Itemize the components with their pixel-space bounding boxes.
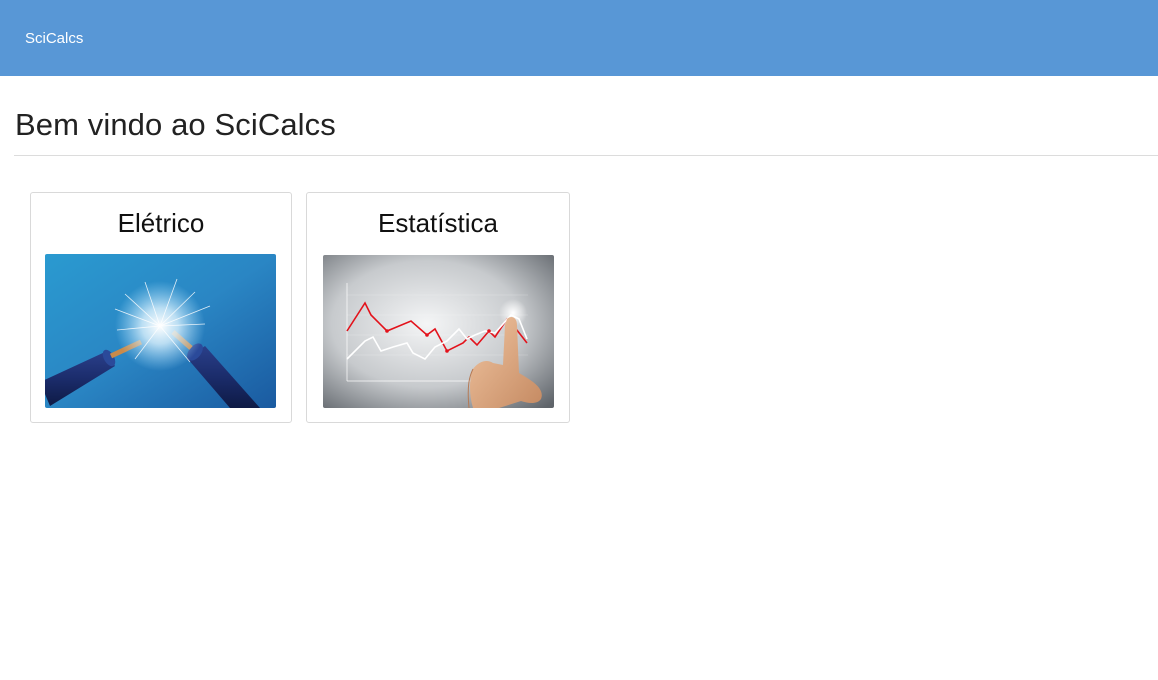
cut-electric-cable-icon (45, 254, 276, 408)
card-estatistica[interactable]: Estatística (306, 192, 570, 423)
brand-link[interactable]: SciCalcs (25, 30, 83, 47)
card-title: Estatística (378, 208, 498, 238)
card-eletrico[interactable]: Elétrico (30, 192, 292, 423)
top-navbar: SciCalcs (0, 0, 1158, 76)
title-divider (14, 155, 1158, 156)
page-title: Bem vindo ao SciCalcs (15, 107, 336, 142)
line-chart-hand-icon (323, 255, 554, 408)
card-title: Elétrico (117, 208, 205, 238)
